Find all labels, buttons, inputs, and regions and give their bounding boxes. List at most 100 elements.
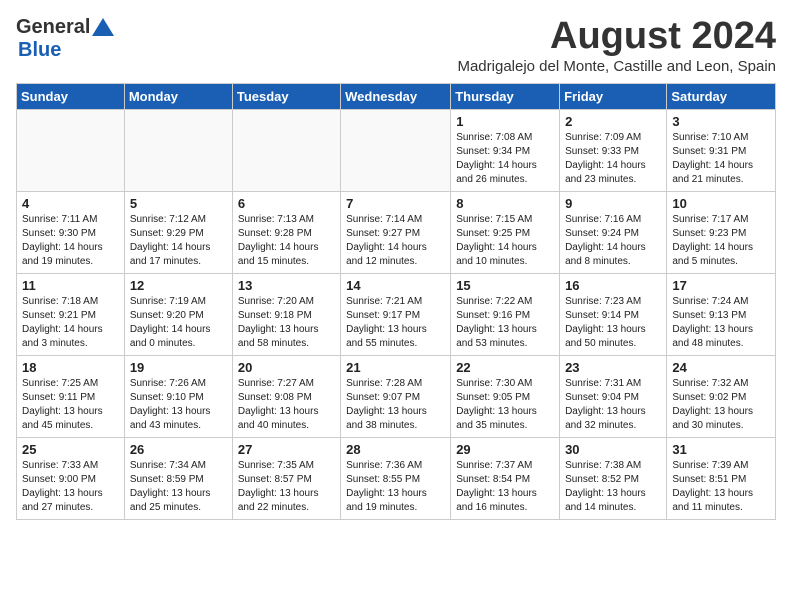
day-info: Sunrise: 7:14 AM Sunset: 9:27 PM Dayligh…	[346, 213, 445, 269]
table-row: 23 Sunrise: 7:31 AM Sunset: 9:04 PM Dayli…	[560, 355, 667, 437]
table-row: 22 Sunrise: 7:30 AM Sunset: 9:05 PM Dayli…	[451, 355, 560, 437]
table-row: 27Sunrise: 7:35 AM Sunset: 8:57 PM Dayli…	[232, 437, 340, 519]
table-row: 25Sunrise: 7:33 AM Sunset: 9:00 PM Dayli…	[17, 437, 125, 519]
header-thursday: Thursday	[451, 83, 560, 109]
table-row: 21Sunrise: 7:28 AM Sunset: 9:07 PM Dayli…	[341, 355, 451, 437]
day-info: Sunrise: 7:37 AM Sunset: 8:54 PM Dayligh…	[456, 459, 554, 515]
day-info: Sunrise: 7:36 AM Sunset: 8:55 PM Dayligh…	[346, 459, 445, 515]
table-row: 16 Sunrise: 7:23 AM Sunset: 9:14 PM Dayli…	[560, 273, 667, 355]
day-info: Sunrise: 7:30 AM Sunset: 9:05 PM Dayligh…	[456, 377, 554, 433]
calendar-week-row: 1 Sunrise: 7:08 AM Sunset: 9:34 PM Daylig…	[17, 109, 776, 191]
day-info: Sunrise: 7:11 AM Sunset: 9:30 PM Dayligh…	[22, 213, 119, 269]
calendar-week-row: 11 Sunrise: 7:18 AM Sunset: 9:21 PM Dayli…	[17, 273, 776, 355]
day-info: Sunrise: 7:26 AM Sunset: 9:10 PM Dayligh…	[130, 377, 227, 433]
day-info: Sunrise: 7:16 AM Sunset: 9:24 PM Dayligh…	[565, 213, 661, 269]
day-info: Sunrise: 7:31 AM Sunset: 9:04 PM Dayligh…	[565, 377, 661, 433]
header-monday: Monday	[124, 83, 232, 109]
day-number: 11	[22, 278, 119, 293]
day-info: Sunrise: 7:08 AM Sunset: 9:34 PM Dayligh…	[456, 131, 554, 187]
table-row: 29 Sunrise: 7:37 AM Sunset: 8:54 PM Dayli…	[451, 437, 560, 519]
table-row: 28 Sunrise: 7:36 AM Sunset: 8:55 PM Dayli…	[341, 437, 451, 519]
day-number: 31	[672, 442, 770, 457]
day-info: Sunrise: 7:13 AM Sunset: 9:28 PM Dayligh…	[238, 213, 335, 269]
table-row: 24 Sunrise: 7:32 AM Sunset: 9:02 PM Dayli…	[667, 355, 776, 437]
day-info: Sunrise: 7:28 AM Sunset: 9:07 PM Dayligh…	[346, 377, 445, 433]
table-row: 31 Sunrise: 7:39 AM Sunset: 8:51 PM Dayli…	[667, 437, 776, 519]
calendar-table: Sunday Monday Tuesday Wednesday Thursday…	[16, 83, 776, 520]
table-row: 10 Sunrise: 7:17 AM Sunset: 9:23 PM Dayli…	[667, 191, 776, 273]
logo-area: General Blue	[16, 16, 114, 62]
calendar-week-row: 25Sunrise: 7:33 AM Sunset: 9:00 PM Dayli…	[17, 437, 776, 519]
day-number: 26	[130, 442, 227, 457]
table-row: 14Sunrise: 7:21 AM Sunset: 9:17 PM Dayli…	[341, 273, 451, 355]
day-number: 2	[565, 114, 661, 129]
table-row: 8 Sunrise: 7:15 AM Sunset: 9:25 PM Daylig…	[451, 191, 560, 273]
day-number: 15	[456, 278, 554, 293]
day-number: 9	[565, 196, 661, 211]
day-info: Sunrise: 7:12 AM Sunset: 9:29 PM Dayligh…	[130, 213, 227, 269]
table-row	[17, 109, 125, 191]
header-friday: Friday	[560, 83, 667, 109]
table-row: 18 Sunrise: 7:25 AM Sunset: 9:11 PM Dayli…	[17, 355, 125, 437]
day-info: Sunrise: 7:35 AM Sunset: 8:57 PM Dayligh…	[238, 459, 335, 515]
calendar-header-row: Sunday Monday Tuesday Wednesday Thursday…	[17, 83, 776, 109]
day-number: 12	[130, 278, 227, 293]
day-info: Sunrise: 7:24 AM Sunset: 9:13 PM Dayligh…	[672, 295, 770, 351]
day-info: Sunrise: 7:18 AM Sunset: 9:21 PM Dayligh…	[22, 295, 119, 351]
table-row: 30Sunrise: 7:38 AM Sunset: 8:52 PM Dayli…	[560, 437, 667, 519]
table-row: 6Sunrise: 7:13 AM Sunset: 9:28 PM Daylig…	[232, 191, 340, 273]
header-tuesday: Tuesday	[232, 83, 340, 109]
title-area: August 2024 Madrigalejo del Monte, Casti…	[457, 16, 776, 75]
day-info: Sunrise: 7:10 AM Sunset: 9:31 PM Dayligh…	[672, 131, 770, 187]
table-row: 9 Sunrise: 7:16 AM Sunset: 9:24 PM Daylig…	[560, 191, 667, 273]
day-info: Sunrise: 7:23 AM Sunset: 9:14 PM Dayligh…	[565, 295, 661, 351]
day-number: 8	[456, 196, 554, 211]
table-row: 3Sunrise: 7:10 AM Sunset: 9:31 PM Daylig…	[667, 109, 776, 191]
day-info: Sunrise: 7:34 AM Sunset: 8:59 PM Dayligh…	[130, 459, 227, 515]
day-number: 19	[130, 360, 227, 375]
day-info: Sunrise: 7:17 AM Sunset: 9:23 PM Dayligh…	[672, 213, 770, 269]
logo-arrow-icon	[92, 18, 114, 36]
header-sunday: Sunday	[17, 83, 125, 109]
table-row: 11 Sunrise: 7:18 AM Sunset: 9:21 PM Dayli…	[17, 273, 125, 355]
day-info: Sunrise: 7:39 AM Sunset: 8:51 PM Dayligh…	[672, 459, 770, 515]
day-info: Sunrise: 7:15 AM Sunset: 9:25 PM Dayligh…	[456, 213, 554, 269]
calendar-week-row: 18 Sunrise: 7:25 AM Sunset: 9:11 PM Dayli…	[17, 355, 776, 437]
day-number: 10	[672, 196, 770, 211]
day-number: 14	[346, 278, 445, 293]
day-number: 23	[565, 360, 661, 375]
table-row: 7 Sunrise: 7:14 AM Sunset: 9:27 PM Daylig…	[341, 191, 451, 273]
day-info: Sunrise: 7:32 AM Sunset: 9:02 PM Dayligh…	[672, 377, 770, 433]
logo-blue: Blue	[18, 39, 61, 62]
day-number: 22	[456, 360, 554, 375]
table-row: 19 Sunrise: 7:26 AM Sunset: 9:10 PM Dayli…	[124, 355, 232, 437]
calendar-week-row: 4Sunrise: 7:11 AM Sunset: 9:30 PM Daylig…	[17, 191, 776, 273]
day-number: 7	[346, 196, 445, 211]
day-number: 20	[238, 360, 335, 375]
header-saturday: Saturday	[667, 83, 776, 109]
table-row	[124, 109, 232, 191]
day-number: 1	[456, 114, 554, 129]
day-info: Sunrise: 7:25 AM Sunset: 9:11 PM Dayligh…	[22, 377, 119, 433]
table-row: 4Sunrise: 7:11 AM Sunset: 9:30 PM Daylig…	[17, 191, 125, 273]
day-number: 29	[456, 442, 554, 457]
day-info: Sunrise: 7:09 AM Sunset: 9:33 PM Dayligh…	[565, 131, 661, 187]
day-number: 30	[565, 442, 661, 457]
day-info: Sunrise: 7:19 AM Sunset: 9:20 PM Dayligh…	[130, 295, 227, 351]
day-number: 24	[672, 360, 770, 375]
table-row: 13Sunrise: 7:20 AM Sunset: 9:18 PM Dayli…	[232, 273, 340, 355]
table-row: 17 Sunrise: 7:24 AM Sunset: 9:13 PM Dayli…	[667, 273, 776, 355]
day-number: 28	[346, 442, 445, 457]
table-row: 2 Sunrise: 7:09 AM Sunset: 9:33 PM Daylig…	[560, 109, 667, 191]
table-row: 15 Sunrise: 7:22 AM Sunset: 9:16 PM Dayli…	[451, 273, 560, 355]
day-number: 5	[130, 196, 227, 211]
location-subtitle: Madrigalejo del Monte, Castille and Leon…	[457, 58, 776, 75]
table-row: 26 Sunrise: 7:34 AM Sunset: 8:59 PM Dayli…	[124, 437, 232, 519]
day-number: 17	[672, 278, 770, 293]
day-number: 16	[565, 278, 661, 293]
day-info: Sunrise: 7:22 AM Sunset: 9:16 PM Dayligh…	[456, 295, 554, 351]
table-row	[232, 109, 340, 191]
table-row: 20Sunrise: 7:27 AM Sunset: 9:08 PM Dayli…	[232, 355, 340, 437]
day-number: 18	[22, 360, 119, 375]
table-row: 12 Sunrise: 7:19 AM Sunset: 9:20 PM Dayli…	[124, 273, 232, 355]
